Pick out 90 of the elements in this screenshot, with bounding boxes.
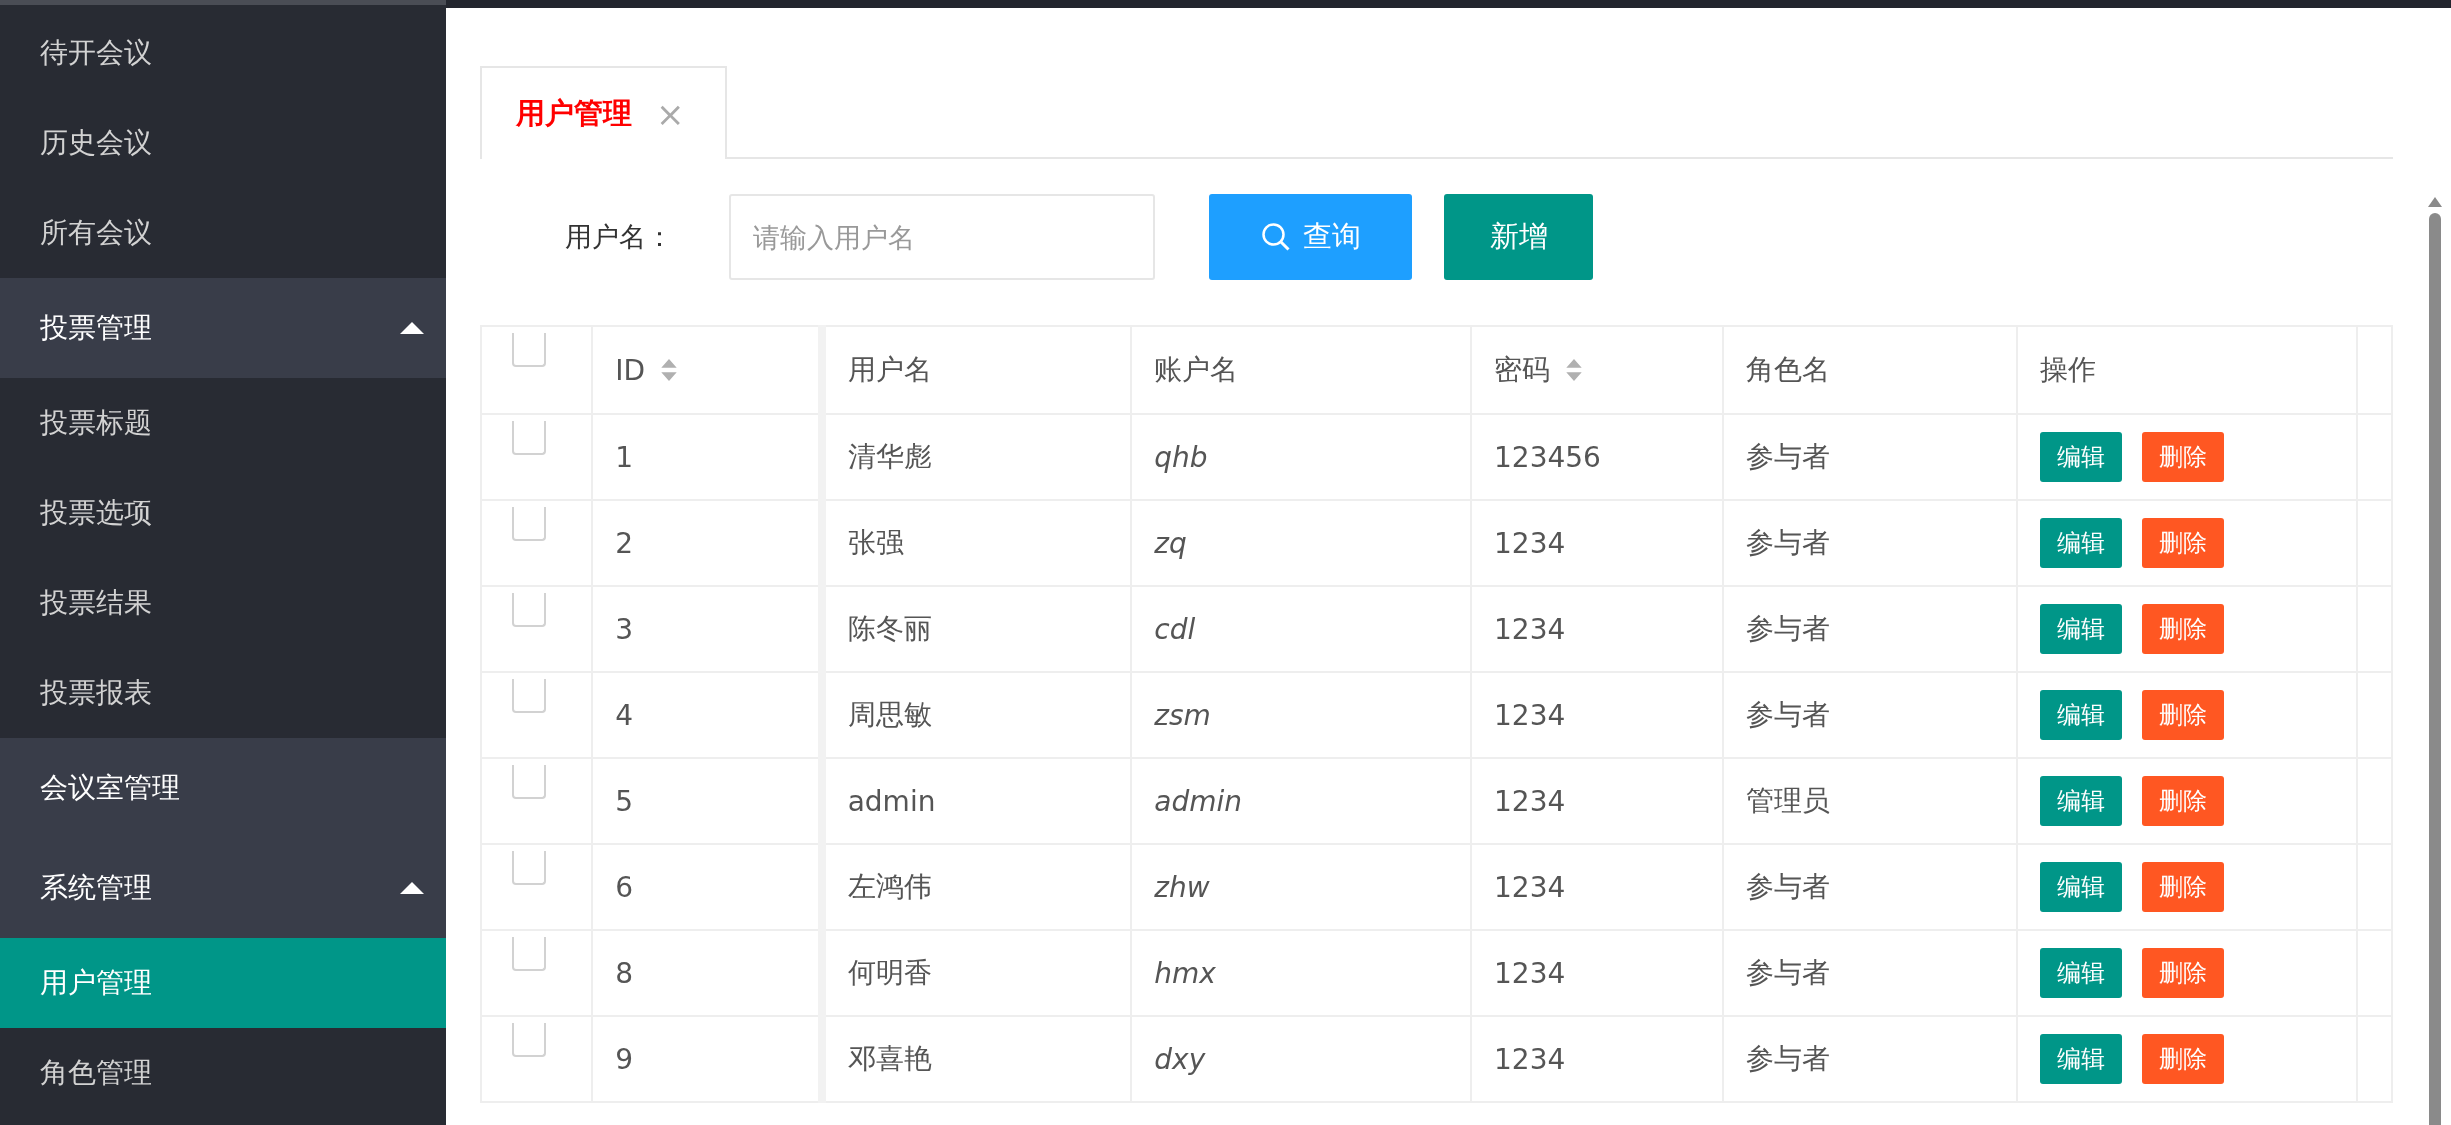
delete-button[interactable]: 删除 [2142, 862, 2225, 912]
table-cell: 张强 [847, 526, 904, 559]
edit-button[interactable]: 编辑 [2040, 776, 2123, 826]
delete-button[interactable]: 删除 [2142, 948, 2225, 998]
edit-button[interactable]: 编辑 [2040, 518, 2123, 568]
search-icon [1260, 222, 1291, 252]
table-cell: zhw [1154, 870, 1210, 904]
table-cell: 清华彪 [847, 440, 932, 473]
table-cell: 参与者 [1745, 1042, 1830, 1075]
delete-button[interactable]: 删除 [2142, 604, 2225, 654]
table-cell: 参与者 [1745, 870, 1830, 903]
sort-icon[interactable] [1566, 359, 1583, 381]
table-cell: 何明香 [847, 956, 932, 989]
table-cell: dxy [1154, 1042, 1206, 1076]
table-cell: hmx [1154, 956, 1216, 990]
sidebar-group-label: 投票管理 [40, 310, 152, 346]
sidebar-group[interactable]: 投票管理 [0, 278, 446, 378]
column-header: 账户名 [1154, 352, 1239, 388]
table-cell: 1234 [1494, 1042, 1566, 1076]
field-label: 用户名： [565, 220, 674, 254]
edit-button[interactable]: 编辑 [2040, 948, 2123, 998]
table-cell: admin [1154, 784, 1243, 818]
scrollbar[interactable] [2425, 197, 2445, 1125]
table-cell: 参与者 [1745, 698, 1830, 731]
scroll-up-icon[interactable] [2428, 197, 2442, 207]
add-button[interactable]: 新增 [1444, 194, 1593, 280]
table-cell: 1234 [1494, 526, 1566, 560]
table-cell: 8 [615, 956, 634, 990]
column-header: ID [615, 353, 646, 387]
table-cell: 1234 [1494, 870, 1566, 904]
table-cell: 3 [615, 612, 634, 646]
table-cell: 左鸿伟 [847, 870, 932, 903]
table-cell: 邓喜艳 [847, 1042, 932, 1075]
delete-button[interactable]: 删除 [2142, 432, 2225, 482]
checkbox[interactable] [512, 507, 546, 541]
table-cell: 4 [615, 698, 634, 732]
table-cell: 参与者 [1745, 612, 1830, 645]
checkbox[interactable] [512, 679, 546, 713]
checkbox[interactable] [512, 851, 546, 885]
checkbox[interactable] [512, 1023, 546, 1057]
checkbox[interactable] [512, 937, 546, 971]
checkbox[interactable] [512, 593, 546, 627]
table-cell: 1234 [1494, 698, 1566, 732]
table-cell: 参与者 [1745, 526, 1830, 559]
username-input[interactable]: 请输入用户名 [729, 194, 1155, 280]
table-cell: 管理员 [1745, 784, 1830, 817]
table-cell: 5 [615, 784, 634, 818]
column-header: 角色名 [1745, 352, 1830, 388]
table-cell: 2 [615, 526, 634, 560]
sidebar-group[interactable]: 系统管理 [0, 838, 446, 938]
table-cell: 1234 [1494, 784, 1566, 818]
checkbox[interactable] [512, 333, 546, 367]
table-cell: cdl [1154, 612, 1196, 646]
table-cell: 陈冬丽 [847, 612, 932, 645]
scrollbar-thumb[interactable] [2429, 213, 2441, 1125]
column-header: 用户名 [847, 352, 932, 388]
table-cell: 1 [615, 440, 634, 474]
checkbox[interactable] [512, 765, 546, 799]
table-cell: admin [847, 784, 936, 818]
table-cell: 9 [615, 1042, 634, 1076]
table-cell: qhb [1154, 440, 1208, 474]
edit-button[interactable]: 编辑 [2040, 432, 2123, 482]
table-cell: 参与者 [1745, 440, 1830, 473]
sidebar-item[interactable]: 用户管理 [0, 938, 446, 1028]
edit-button[interactable]: 编辑 [2040, 862, 2123, 912]
table-cell: 1234 [1494, 956, 1566, 990]
tab-label: 用户管理 [516, 94, 632, 132]
tab[interactable]: 用户管理 × [480, 66, 727, 159]
delete-button[interactable]: 删除 [2142, 518, 2225, 568]
table-cell: 6 [615, 870, 634, 904]
close-icon[interactable]: × [656, 93, 685, 134]
table-cell: 1234 [1494, 612, 1566, 646]
column-header: 密码 [1494, 352, 1551, 388]
search-button[interactable]: 查询 [1209, 194, 1412, 280]
checkbox[interactable] [512, 421, 546, 455]
table-cell: zsm [1154, 698, 1211, 732]
column-header: 操作 [2040, 352, 2097, 388]
delete-button[interactable]: 删除 [2142, 1034, 2225, 1084]
sidebar-item[interactable]: 会议室管理 [0, 738, 446, 838]
edit-button[interactable]: 编辑 [2040, 1034, 2123, 1084]
table-cell: 周思敏 [847, 698, 932, 731]
table-cell: 参与者 [1745, 956, 1830, 989]
edit-button[interactable]: 编辑 [2040, 690, 2123, 740]
sort-icon[interactable] [661, 359, 678, 381]
table-cell: zq [1154, 526, 1187, 560]
edit-button[interactable]: 编辑 [2040, 604, 2123, 654]
delete-button[interactable]: 删除 [2142, 776, 2225, 826]
sidebar-group-label: 系统管理 [40, 870, 152, 906]
delete-button[interactable]: 删除 [2142, 690, 2225, 740]
table-cell: 123456 [1494, 440, 1601, 474]
